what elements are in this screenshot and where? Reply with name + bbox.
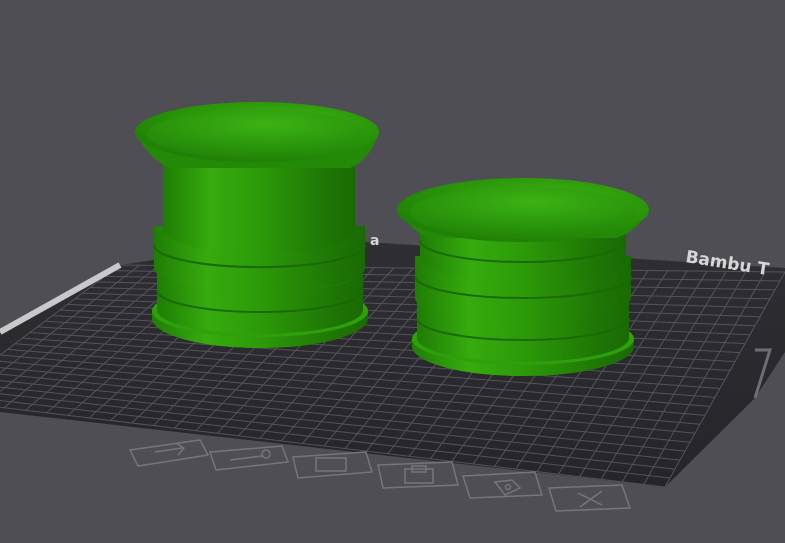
bell-spacer-left[interactable]	[135, 102, 379, 348]
build-plate: Bambu T a	[0, 233, 785, 487]
3d-viewport[interactable]: Bambu T a	[0, 0, 785, 543]
tag-icon[interactable]	[461, 471, 543, 499]
bell-spacer-right[interactable]	[397, 178, 649, 376]
close-x-icon[interactable]	[548, 484, 632, 512]
arrow-right-icon[interactable]	[128, 439, 210, 467]
monitor-icon[interactable]	[292, 451, 373, 479]
wrench-icon[interactable]	[208, 445, 290, 471]
printer-icon[interactable]	[377, 461, 459, 489]
plate-side-text: a	[370, 233, 379, 249]
